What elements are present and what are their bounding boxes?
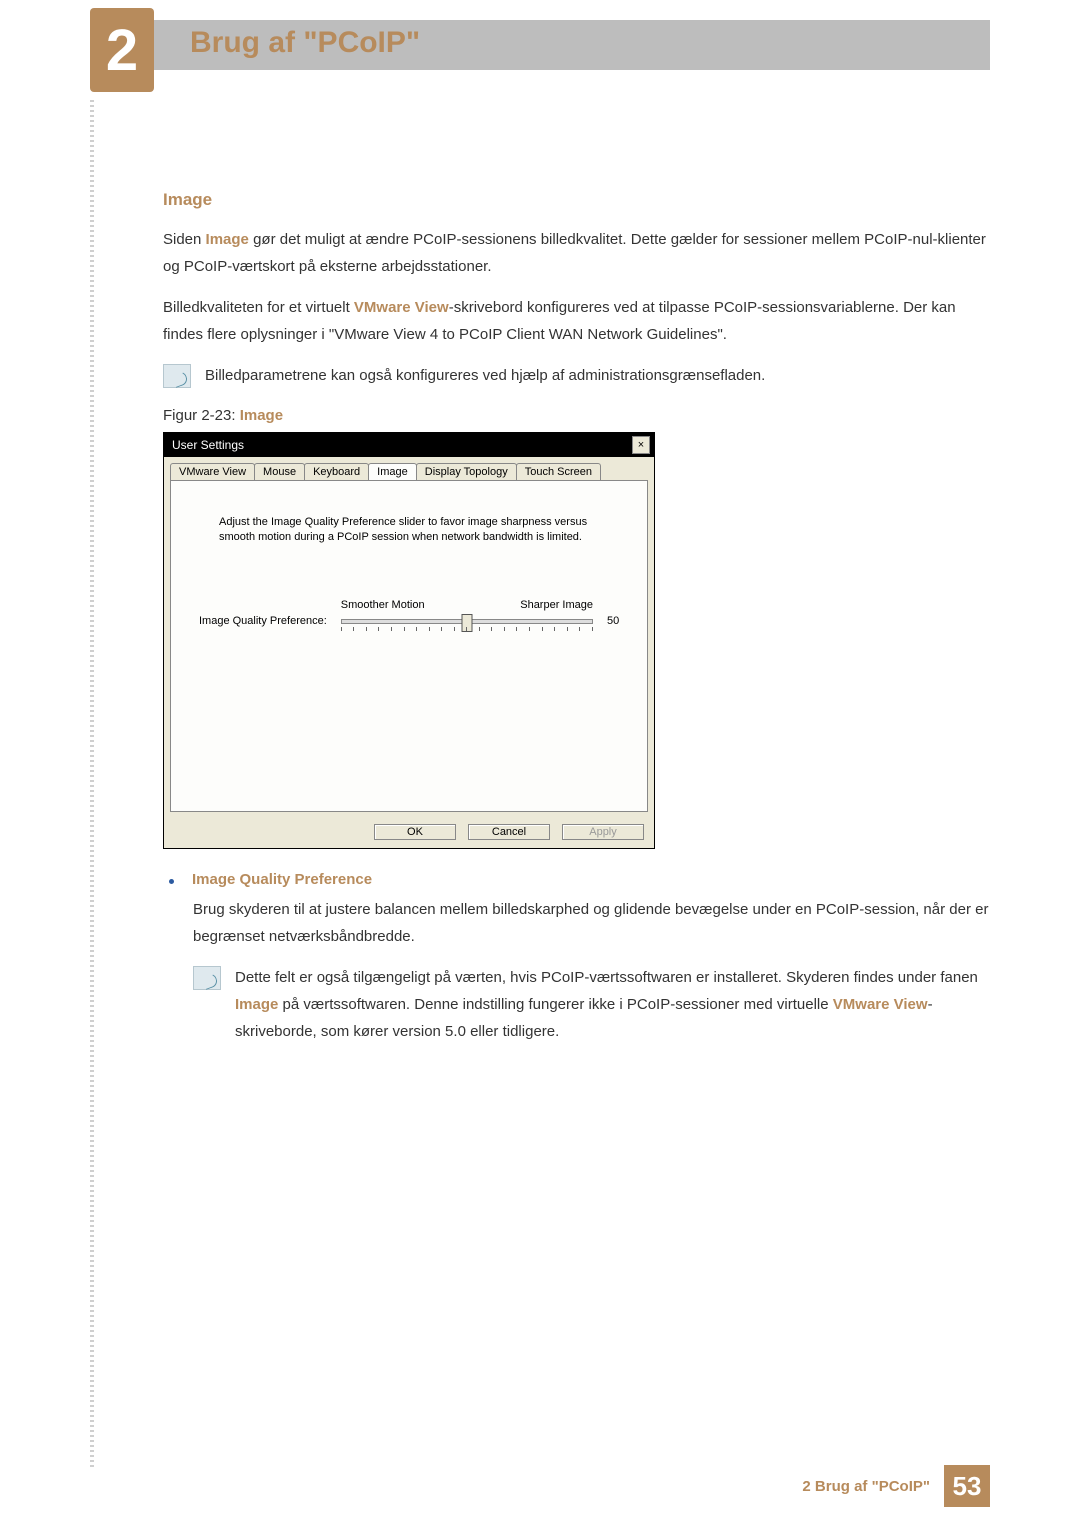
slider-end-labels: Smoother Motion Sharper Image — [341, 599, 593, 611]
tab-image[interactable]: Image — [368, 463, 417, 480]
window-button-row: OK Cancel Apply — [164, 818, 654, 848]
user-settings-window: User Settings × VMware View Mouse Keyboa… — [163, 432, 655, 849]
paragraph-1: Siden Image gør det muligt at ændre PCoI… — [163, 226, 990, 280]
text: Siden — [163, 231, 206, 248]
slider-label: Image Quality Preference: — [199, 599, 327, 627]
note-text: Billedparametrene kan også konfigureres … — [205, 362, 765, 389]
slider-left-label: Smoother Motion — [341, 599, 425, 611]
note-icon — [163, 364, 191, 388]
ok-button[interactable]: OK — [374, 824, 456, 840]
tab-keyboard[interactable]: Keyboard — [304, 463, 369, 480]
bullet-dot-icon — [169, 879, 174, 884]
side-stripe-decoration — [90, 100, 94, 1467]
image-quality-slider[interactable] — [341, 613, 593, 635]
note-1: Billedparametrene kan også konfigureres … — [163, 362, 990, 389]
pane-description: Adjust the Image Quality Preference slid… — [219, 515, 599, 545]
section-heading: Image — [163, 190, 990, 210]
page-footer: 2 Brug af "PCoIP" 53 — [788, 1465, 990, 1507]
tab-touch-screen[interactable]: Touch Screen — [516, 463, 601, 480]
tab-mouse[interactable]: Mouse — [254, 463, 305, 480]
chapter-number-badge: 2 — [90, 8, 154, 92]
bullet-item: Image Quality Preference — [169, 871, 990, 888]
close-icon: × — [638, 440, 644, 451]
text: Dette felt er også tilgængeligt på værte… — [235, 969, 978, 986]
text: på værtssoftwaren. Denne indstilling fun… — [278, 996, 832, 1013]
note-2: Dette felt er også tilgængeligt på værte… — [193, 964, 990, 1045]
keyword-image: Image — [235, 996, 278, 1013]
tab-vmware-view[interactable]: VMware View — [170, 463, 255, 480]
slider-value: 50 — [607, 599, 629, 627]
footer-chapter-label: 2 Brug af "PCoIP" — [788, 1468, 944, 1505]
text: Billedkvaliteten for et virtuelt — [163, 299, 354, 316]
figure-caption: Figur 2-23: Image — [163, 407, 990, 424]
window-title: User Settings — [172, 438, 244, 452]
note-text: Dette felt er også tilgængeligt på værte… — [235, 964, 990, 1045]
chapter-title: Brug af "PCoIP" — [190, 26, 420, 60]
slider-right-label: Sharper Image — [520, 599, 593, 611]
cancel-button[interactable]: Cancel — [468, 824, 550, 840]
apply-button[interactable]: Apply — [562, 824, 644, 840]
tab-strip: VMware View Mouse Keyboard Image Display… — [164, 457, 654, 480]
window-titlebar: User Settings × — [164, 433, 654, 457]
figure-prefix: Figur 2-23: — [163, 407, 240, 424]
tab-pane-image: Adjust the Image Quality Preference slid… — [170, 480, 648, 812]
window-close-button[interactable]: × — [632, 436, 650, 454]
slider-ticks — [341, 627, 593, 631]
paragraph-2: Billedkvaliteten for et virtuelt VMware … — [163, 294, 990, 348]
keyword-vmware-view: VMware View — [354, 299, 449, 316]
bullet-body: Brug skyderen til at justere balancen me… — [193, 896, 990, 950]
tab-display-topology[interactable]: Display Topology — [416, 463, 517, 480]
figure-keyword: Image — [240, 407, 283, 424]
note-icon — [193, 966, 221, 990]
keyword-vmware-view: VMware View — [833, 996, 928, 1013]
text: gør det muligt at ændre PCoIP-sessionens… — [163, 231, 986, 275]
keyword-image: Image — [206, 231, 249, 248]
footer-page-number: 53 — [944, 1465, 990, 1507]
image-quality-slider-block: Image Quality Preference: Smoother Motio… — [199, 599, 629, 635]
bullet-title: Image Quality Preference — [192, 871, 372, 888]
